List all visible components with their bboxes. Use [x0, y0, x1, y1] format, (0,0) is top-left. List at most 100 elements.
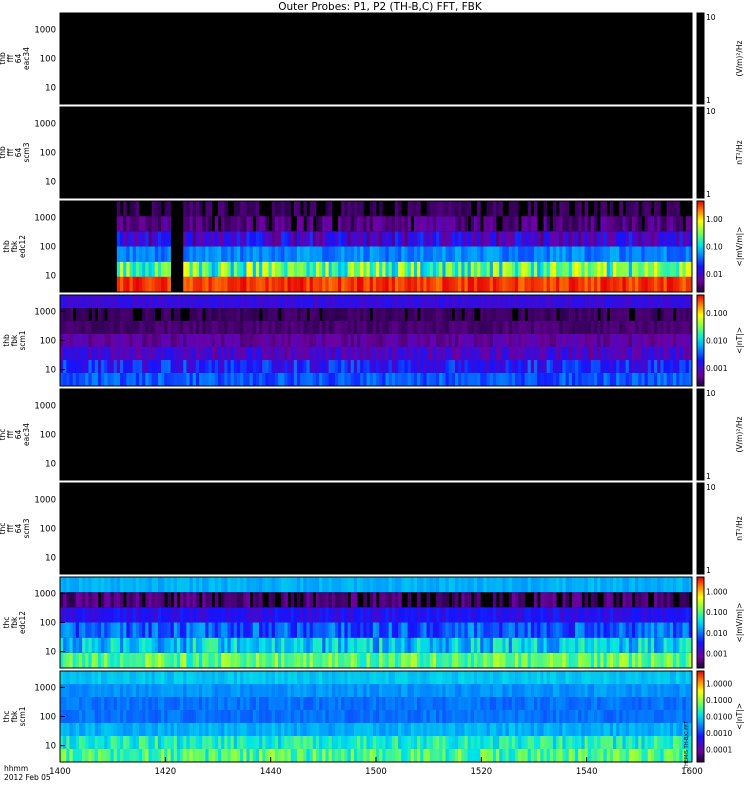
spectrogram-cell: [104, 749, 108, 762]
spectrogram-cell: [527, 347, 532, 360]
spectrogram-cell: [423, 276, 427, 292]
spectrogram-cell: [341, 710, 345, 723]
spectrogram-cell: [123, 295, 127, 308]
spectrogram-cell: [559, 723, 563, 736]
spectrogram-cell: [461, 334, 465, 347]
spectrogram-cell: [252, 201, 257, 217]
spectrogram-cell: [151, 671, 156, 684]
spectrogram-cell: [211, 710, 216, 723]
spectrogram-cell: [233, 347, 238, 360]
colorbar-title-text: nT²/Hz: [735, 140, 744, 165]
spectrogram-cell: [88, 652, 92, 668]
spectrogram-cell: [139, 373, 143, 386]
spectrogram-cell: [145, 347, 149, 360]
spectrogram-cell: [543, 723, 548, 736]
spectrogram-cell: [631, 736, 636, 749]
spectrogram-cell: [274, 671, 279, 684]
spectrogram-cell: [192, 295, 197, 308]
panel-label-line: edc12: [18, 235, 27, 258]
spectrogram-cell: [394, 736, 399, 749]
spectrogram-cell: [628, 622, 633, 638]
spectrogram-cell: [603, 736, 608, 749]
spectrogram-cell: [173, 749, 178, 762]
spectrogram-cell: [432, 577, 437, 593]
spectrogram-cell: [211, 697, 216, 710]
spectrogram-cell: [297, 607, 301, 623]
spectrogram-cell: [129, 697, 134, 710]
spectrogram-cell: [391, 295, 396, 308]
spectrogram-cell: [524, 321, 529, 334]
spectrogram-cell: [259, 577, 263, 593]
spectrogram-cell: [151, 684, 156, 697]
spectrogram-cell: [78, 637, 83, 653]
spectrogram-cell: [663, 347, 668, 360]
spectrogram-cell: [448, 637, 453, 653]
spectrogram-cell: [657, 360, 661, 373]
spectrogram-cell: [129, 710, 134, 723]
spectrogram-cell: [619, 216, 623, 232]
spectrogram-cell: [101, 308, 105, 321]
spectrogram-cell: [135, 592, 140, 608]
spectrogram-cell: [85, 321, 89, 334]
spectrogram-cell: [666, 577, 671, 593]
spectrogram-cell: [663, 295, 668, 308]
spectrogram-cell: [315, 592, 320, 608]
spectrogram-cell: [429, 276, 434, 292]
spectrogram-cell: [246, 308, 250, 321]
spectrogram-cell: [489, 295, 494, 308]
spectrogram-cell: [208, 334, 213, 347]
spectrogram-cell: [613, 261, 617, 277]
spectrogram-cell: [116, 736, 121, 749]
spectrogram-cell: [331, 276, 336, 292]
spectrogram-cell: [477, 231, 481, 247]
spectrogram-cell: [663, 622, 668, 638]
spectrogram-cell: [502, 261, 506, 277]
spectrogram-cell: [230, 697, 235, 710]
spectrogram-cell: [338, 607, 342, 623]
spectrogram-cell: [423, 577, 427, 593]
spectrogram-cell: [407, 347, 412, 360]
spectrogram-cell: [622, 261, 627, 277]
spectrogram-cell: [88, 607, 92, 623]
spectrogram-cell: [369, 261, 374, 277]
spectrogram-cell: [265, 347, 269, 360]
spectrogram-cell: [126, 261, 130, 277]
spectrogram-cell: [518, 592, 522, 608]
spectrogram-cell: [290, 607, 295, 623]
spectrogram-cell: [445, 684, 450, 697]
spectrogram-cell: [489, 246, 494, 262]
spectrogram-cell: [139, 360, 143, 373]
spectrogram-cell: [347, 321, 352, 334]
spectrogram-cell: [211, 652, 216, 668]
spectrogram-cell: [641, 710, 645, 723]
spectrogram-cell: [455, 295, 459, 308]
spectrogram-cell: [622, 637, 627, 653]
spectrogram-cell: [334, 231, 339, 247]
spectrogram-cell: [534, 577, 538, 593]
spectrogram-cell: [464, 652, 469, 668]
spectrogram-cell: [470, 697, 475, 710]
spectrogram-cell: [486, 637, 491, 653]
spectrogram-cell: [233, 622, 238, 638]
spectrogram-cell: [515, 231, 519, 247]
spectrogram-cell: [439, 710, 443, 723]
spectrogram-cell: [571, 652, 576, 668]
spectrogram-cell: [353, 723, 358, 736]
spectrogram-cell: [328, 295, 333, 308]
spectrogram-cell: [369, 736, 374, 749]
spectrogram-cell: [195, 637, 200, 653]
spectrogram-cell: [470, 607, 475, 623]
spectrogram-cell: [650, 373, 655, 386]
spectrogram-cell: [328, 671, 333, 684]
spectrogram-cell: [69, 684, 74, 697]
spectrogram-cell: [477, 592, 481, 608]
spectrogram-cell: [319, 321, 323, 334]
spectrogram-cell: [534, 723, 538, 736]
spectrogram-cell: [347, 308, 352, 321]
spectrogram-cell: [195, 592, 200, 608]
spectrogram-cell: [565, 607, 570, 623]
spectrogram-cell: [287, 347, 292, 360]
spectrogram-cell: [306, 216, 311, 232]
spectrogram-cell: [72, 652, 77, 668]
spectrogram-cell: [75, 697, 80, 710]
